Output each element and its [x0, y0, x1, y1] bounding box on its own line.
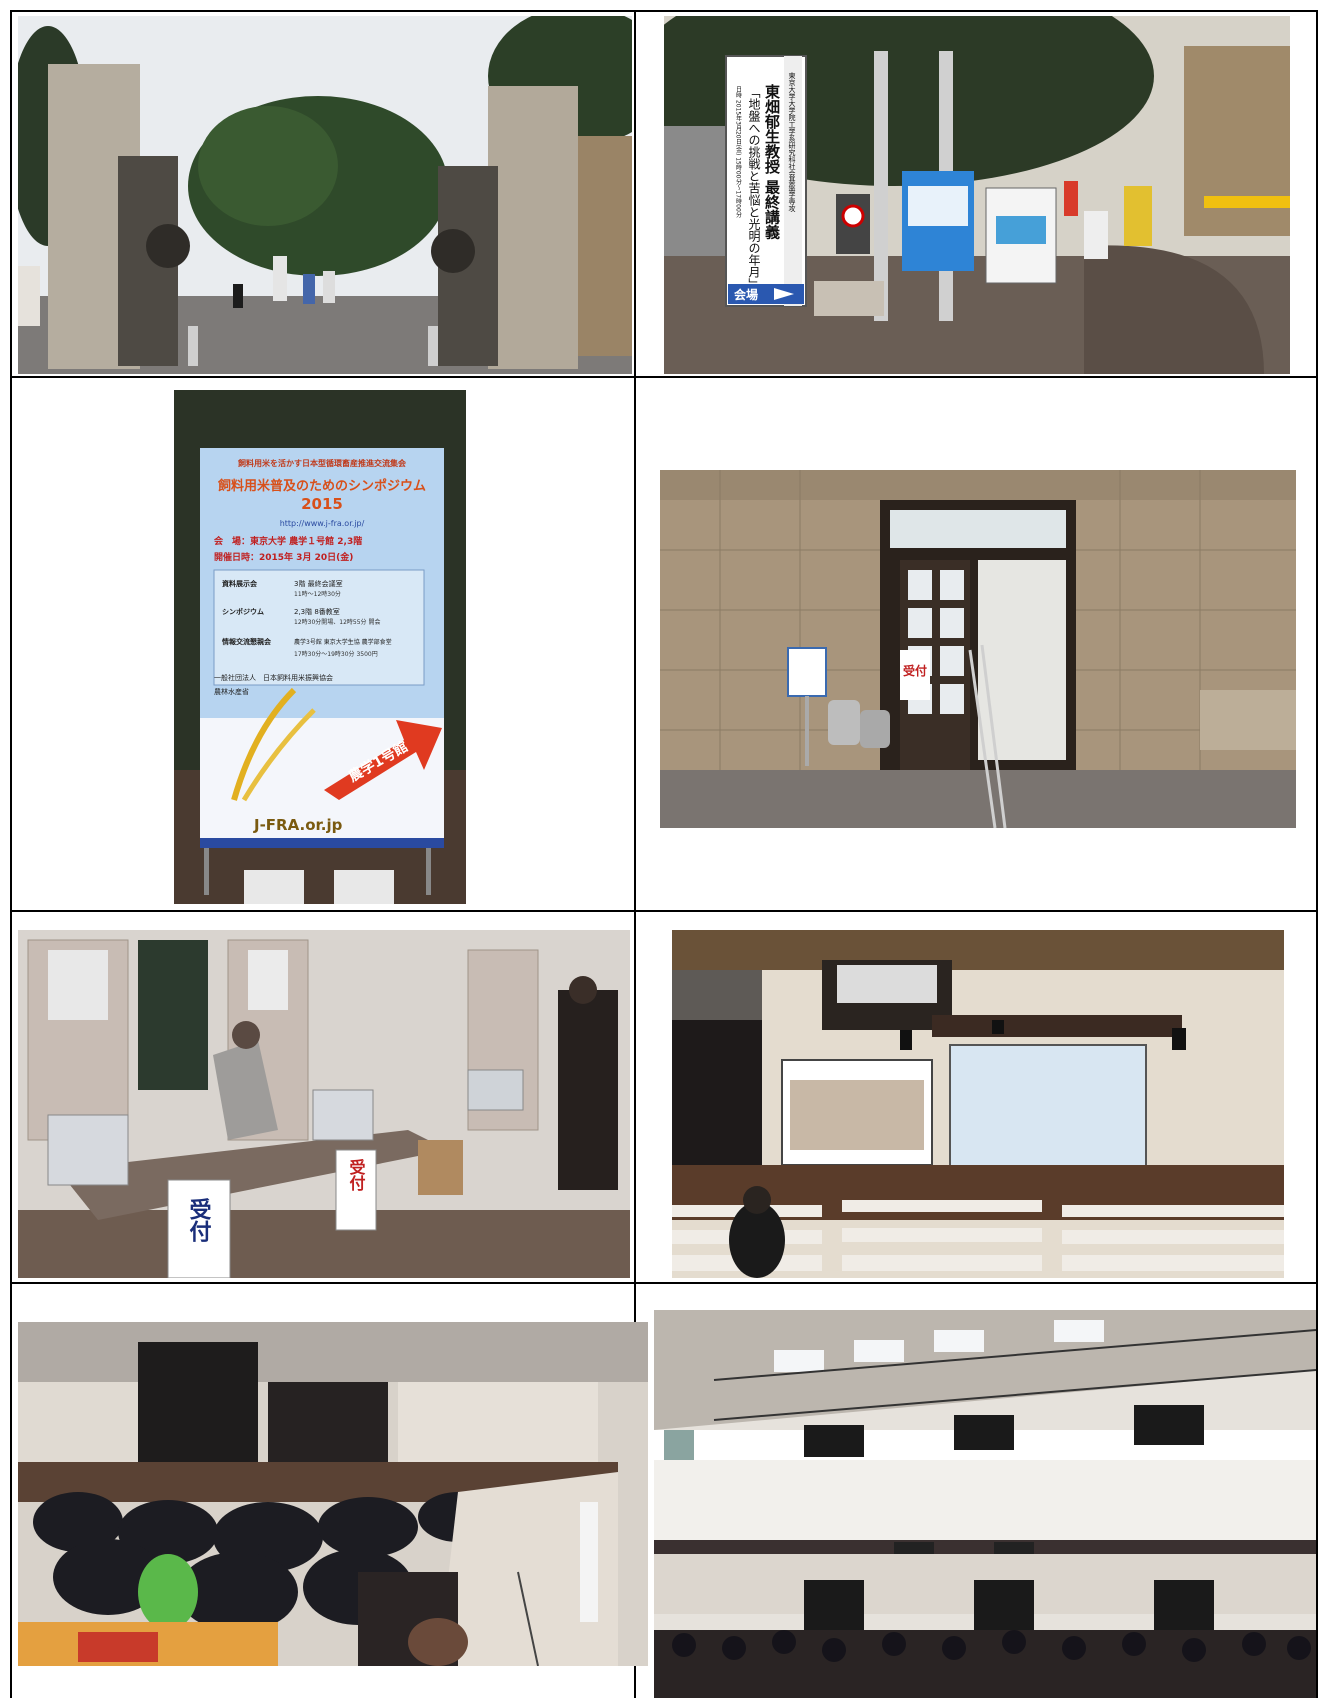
- reception-sign-left: 受付: [186, 1197, 212, 1243]
- poster-support: 農林水産省: [214, 687, 249, 696]
- poster-url: http://www.j-fra.or.jp/: [280, 519, 365, 528]
- photo-building-entrance: 受付: [660, 470, 1296, 828]
- photo-grid: 東畑郁生教授 最終講義 「地盤への挑戦と苦悩と光明の年月」 東京大学大学院工学系…: [10, 10, 1318, 1698]
- photo-reception-desk: 受付 受付: [18, 930, 630, 1278]
- poster-row-sub: 12時30分開場、12時55分 開会: [294, 618, 380, 626]
- banner-date: 日時 2015年3月20日(金) 15時00分～17時00分: [735, 86, 742, 219]
- poster-row-sub: 17時30分～19時30分 3500円: [294, 650, 378, 658]
- door-sign: 受付: [903, 663, 927, 678]
- poster-row-label: シンポジウム: [222, 607, 264, 616]
- poster-year: 2015: [301, 495, 343, 513]
- poster-row-value: 農学3号館 東京大学生協 農学部食堂: [294, 638, 392, 646]
- photo-lecture-banner: 東畑郁生教授 最終講義 「地盤への挑戦と苦悩と光明の年月」 東京大学大学院工学系…: [664, 16, 1290, 374]
- photo-symposium-poster: 飼料用米を活かす日本型循環畜産推進交流集会 飼料用米普及のためのシンポジウム 2…: [174, 390, 466, 904]
- photo-campus-gate: [18, 16, 632, 374]
- poster-title: 飼料用米普及のためのシンポジウム: [217, 478, 426, 494]
- poster-logo: J-FRA.or.jp: [253, 816, 343, 834]
- poster-row-sub: 11時～12時30分: [294, 590, 341, 598]
- poster-venue: 会 場：東京大学 農学１号館 2,3階: [214, 535, 362, 547]
- banner-department: 東京大学大学院工学系研究科社会基盤学専攻: [788, 71, 796, 213]
- banner-subtitle: 「地盤への挑戦と苦悩と光明の年月」: [747, 86, 761, 290]
- poster-row-value: 3階 最終会議室: [294, 579, 343, 588]
- grid-line-row2: [10, 910, 1318, 912]
- poster-organizer: 一般社団法人 日本飼料用米振興協会: [214, 673, 333, 682]
- poster-row-label: 資料展示会: [222, 579, 258, 588]
- poster-row-label: 情報交流懇親会: [222, 637, 272, 646]
- poster-header: 飼料用米を活かす日本型循環畜産推進交流集会: [237, 458, 406, 468]
- poster-datetime: 開催日時：2015年 3月 20日(金): [214, 551, 353, 563]
- photo-hall-screens: [672, 930, 1284, 1278]
- banner-title: 東畑郁生教授 最終講義: [763, 83, 781, 240]
- grid-line-top: [10, 10, 1318, 12]
- grid-line-row1: [10, 376, 1318, 378]
- photo-audience-side: [18, 1322, 648, 1666]
- photo-auditorium-full: [654, 1310, 1316, 1698]
- reception-sign-right: 受付: [347, 1158, 366, 1192]
- grid-line-left: [10, 10, 12, 1698]
- grid-line-row3: [10, 1282, 1318, 1284]
- banner-arrow-label: 会場: [734, 287, 758, 302]
- poster-row-value: 2,3階 8番教室: [294, 607, 340, 616]
- grid-line-right: [1316, 10, 1318, 1698]
